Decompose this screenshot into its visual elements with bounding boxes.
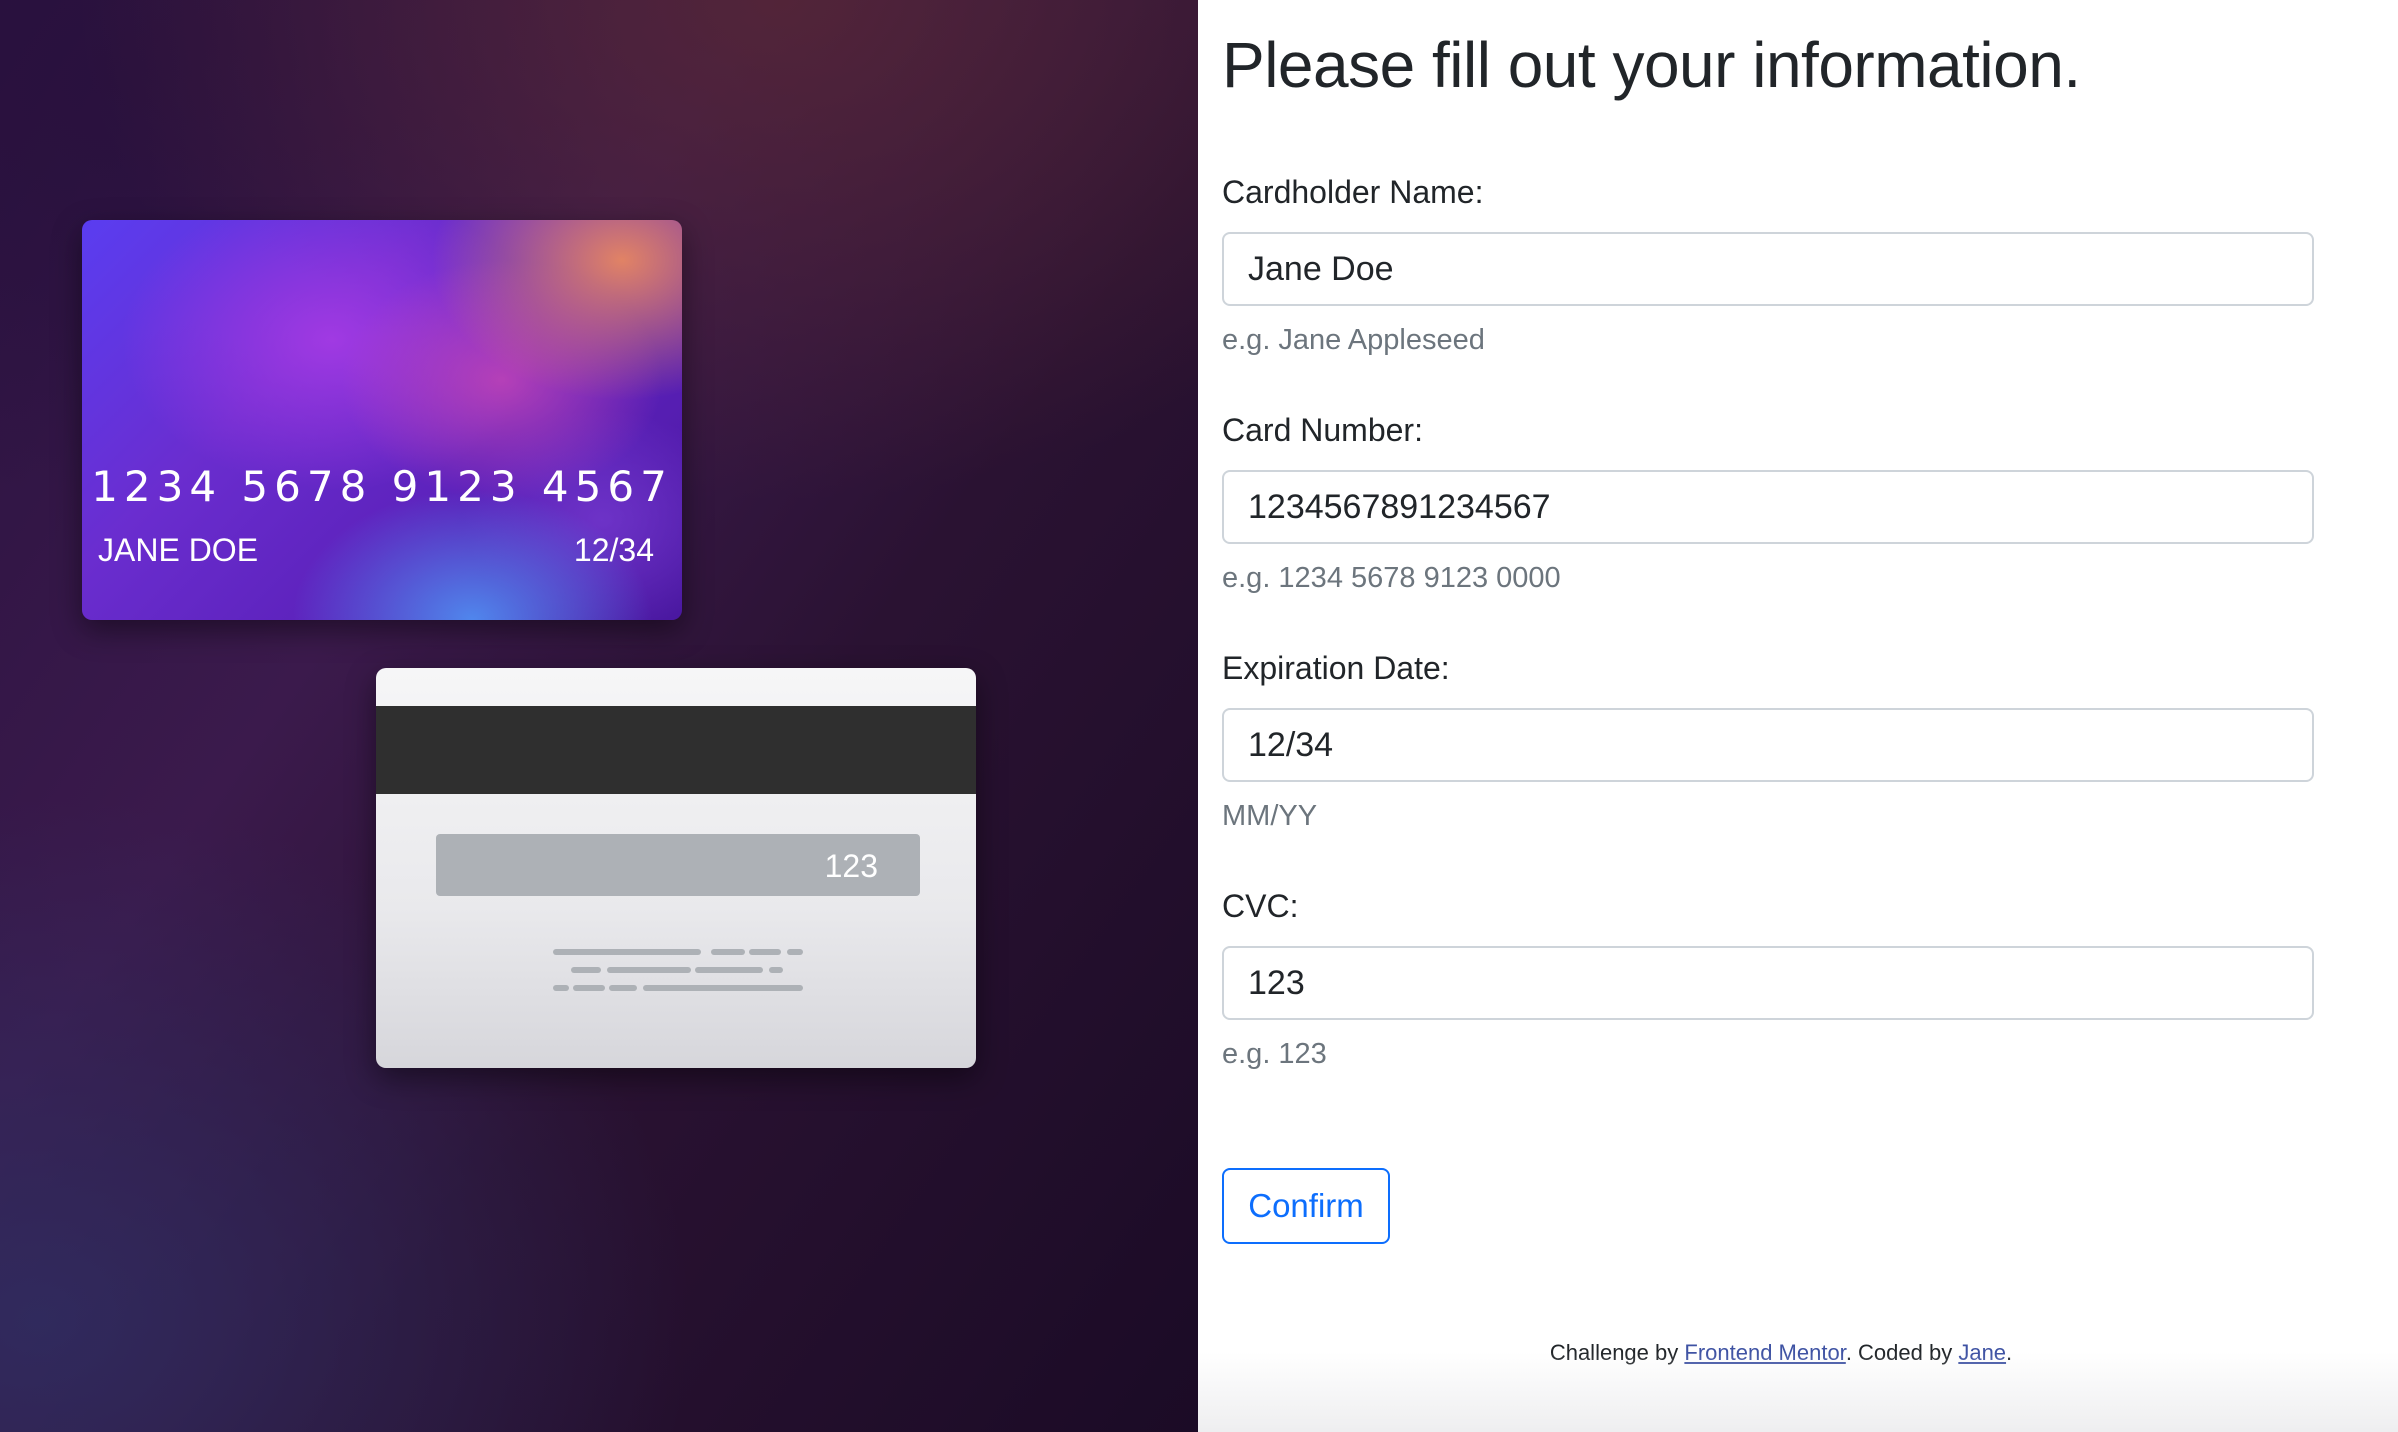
expiration-date-label: Expiration Date: — [1222, 650, 1450, 686]
cvc-label: CVC: — [1222, 888, 1299, 924]
cardholder-name-input[interactable] — [1222, 232, 2314, 306]
cvc-group: CVC: e.g. 123 — [1222, 886, 2314, 1072]
cardholder-name-label: Cardholder Name: — [1222, 174, 1484, 210]
form-panel: Please fill out your information. Cardho… — [1198, 0, 2398, 1432]
card-number-group: Card Number: e.g. 1234 5678 9123 0000 — [1222, 410, 2314, 596]
card-front-expiry: 12/34 — [573, 532, 654, 568]
cvc-help: e.g. 123 — [1222, 1038, 1327, 1070]
card-number-label: Card Number: — [1222, 412, 1423, 448]
cardholder-name-help: e.g. Jane Appleseed — [1222, 324, 1485, 356]
card-number-help: e.g. 1234 5678 9123 0000 — [1222, 562, 1561, 594]
expiration-date-group: Expiration Date: MM/YY — [1222, 648, 2314, 834]
signature-strip: 123 — [436, 834, 920, 896]
card-back-decorative-lines — [553, 949, 803, 991]
cardholder-name-group: Cardholder Name: e.g. Jane Appleseed — [1222, 172, 2314, 358]
confirm-button[interactable]: Confirm — [1222, 1168, 1390, 1244]
bottom-fade — [1198, 1352, 2398, 1432]
card-preview-panel: 1234 5678 9123 4567 JANE DOE 12/34 123 — [0, 0, 1198, 1432]
magnetic-stripe — [376, 706, 976, 794]
card-back: 123 — [376, 668, 976, 1068]
expiration-date-input[interactable] — [1222, 708, 2314, 782]
card-back-cvc: 123 — [824, 848, 878, 884]
page-title: Please fill out your information. — [1222, 29, 2081, 101]
card-number-input[interactable] — [1222, 470, 2314, 544]
card-front: 1234 5678 9123 4567 JANE DOE 12/34 — [82, 220, 682, 620]
expiration-date-help: MM/YY — [1222, 800, 1318, 832]
cvc-input[interactable] — [1222, 946, 2314, 1020]
card-front-number: 1234 5678 9123 4567 — [91, 462, 673, 511]
card-front-name: JANE DOE — [98, 532, 259, 568]
